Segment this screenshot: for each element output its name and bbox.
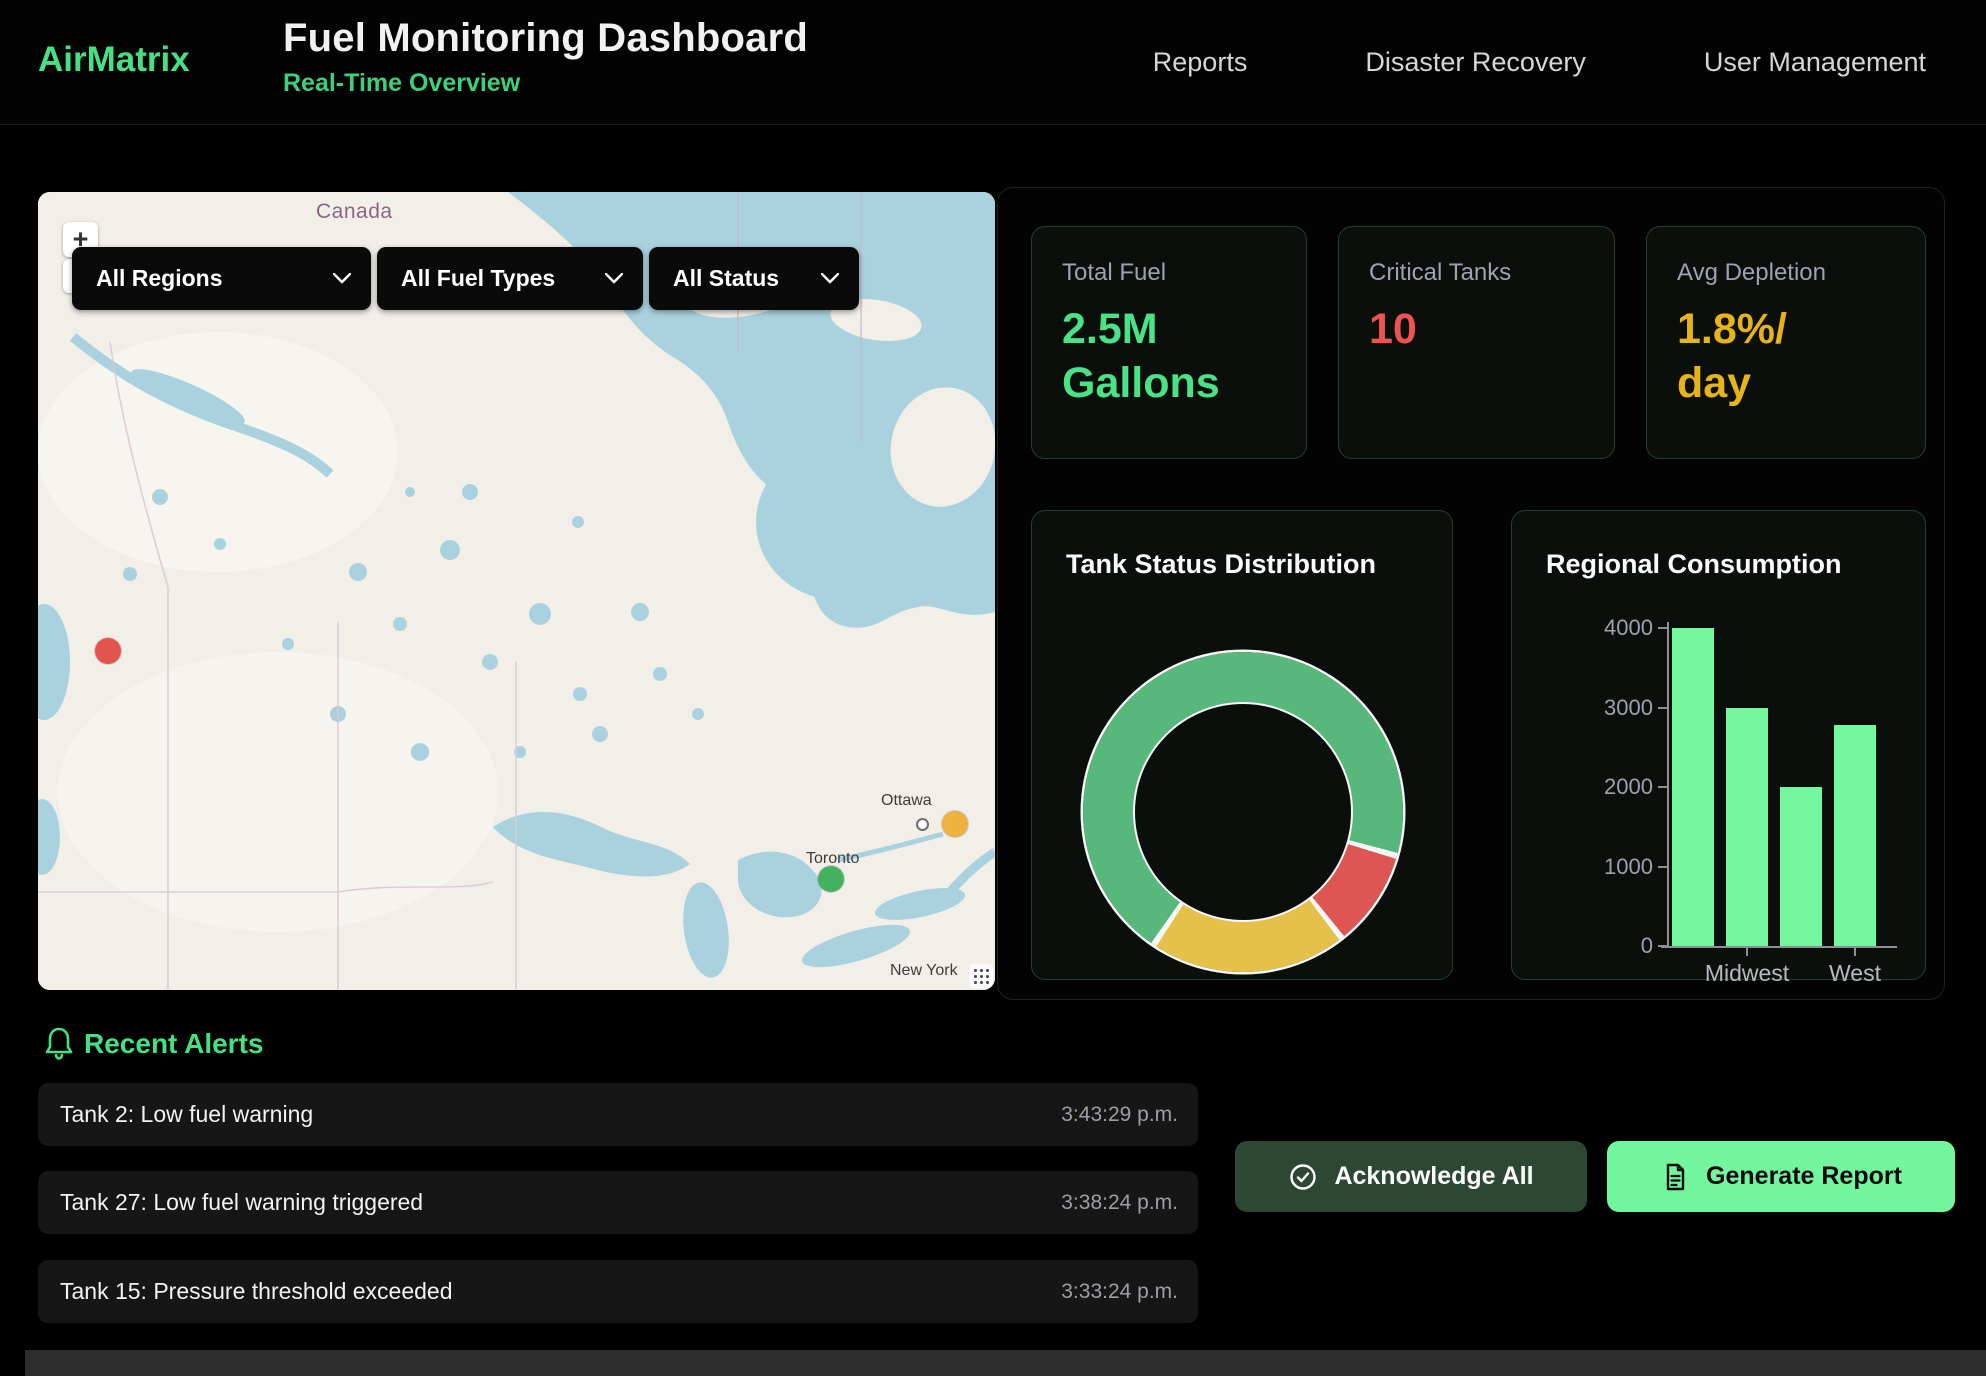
status-filter-select[interactable]: All Status bbox=[649, 247, 859, 310]
alert-text: Tank 15: Pressure threshold exceeded bbox=[60, 1278, 453, 1305]
page-title: Fuel Monitoring Dashboard bbox=[283, 16, 808, 61]
acknowledge-all-label: Acknowledge All bbox=[1334, 1162, 1533, 1191]
regional-consumption-bar-chart: 01000200030004000MidwestWest bbox=[1512, 511, 1925, 979]
y-tick-mark bbox=[1658, 866, 1667, 868]
y-tick-mark bbox=[1658, 707, 1667, 709]
stat-value-avg-depletion: 1.8%/ day bbox=[1677, 303, 1849, 411]
tank-marker-warning[interactable] bbox=[942, 811, 968, 837]
horizontal-scrollbar[interactable] bbox=[25, 1350, 1986, 1376]
main-nav: Reports Disaster Recovery User Managemen… bbox=[1153, 0, 1926, 124]
y-tick-label: 0 bbox=[1583, 933, 1653, 959]
alert-time: 3:38:24 p.m. bbox=[1061, 1191, 1178, 1215]
stat-card-total-fuel: Total Fuel 2.5M Gallons bbox=[1031, 226, 1307, 459]
bell-icon bbox=[44, 1026, 74, 1060]
ottawa-city-dot bbox=[916, 818, 929, 831]
alert-row[interactable]: Tank 15: Pressure threshold exceeded 3:3… bbox=[38, 1260, 1198, 1323]
region-filter-value: All Regions bbox=[96, 265, 223, 292]
acknowledge-all-button[interactable]: Acknowledge All bbox=[1235, 1141, 1587, 1212]
title-block: Fuel Monitoring Dashboard Real-Time Over… bbox=[283, 16, 808, 98]
map-label-ottawa: Ottawa bbox=[881, 792, 932, 810]
status-filter-value: All Status bbox=[673, 265, 779, 292]
chart-title: Tank Status Distribution bbox=[1066, 549, 1376, 580]
stat-card-critical-tanks: Critical Tanks 10 bbox=[1338, 226, 1615, 459]
app-header: AirMatrix Fuel Monitoring Dashboard Real… bbox=[0, 0, 1986, 125]
brand-logo[interactable]: AirMatrix bbox=[38, 40, 190, 80]
alert-text: Tank 2: Low fuel warning bbox=[60, 1101, 313, 1128]
generate-report-label: Generate Report bbox=[1706, 1162, 1902, 1191]
stat-value-total-fuel: 2.5M Gallons bbox=[1062, 303, 1234, 411]
x-axis-line bbox=[1661, 946, 1897, 948]
map-panel[interactable]: Canada Ottawa Toronto New York + All Reg… bbox=[38, 192, 995, 990]
fuel-type-filter-select[interactable]: All Fuel Types bbox=[377, 247, 643, 310]
y-tick-label: 1000 bbox=[1583, 854, 1653, 880]
stat-label: Total Fuel bbox=[1062, 259, 1276, 287]
nav-reports[interactable]: Reports bbox=[1153, 47, 1248, 78]
metrics-panel: Total Fuel 2.5M Gallons Critical Tanks 1… bbox=[997, 187, 1945, 1000]
chevron-down-icon bbox=[333, 273, 351, 284]
y-tick-label: 3000 bbox=[1583, 695, 1653, 721]
tank-status-chart-card: Tank Status Distribution bbox=[1031, 510, 1453, 980]
region-filter-select[interactable]: All Regions bbox=[72, 247, 371, 310]
alert-time: 3:33:24 p.m. bbox=[1061, 1280, 1178, 1304]
map-drag-handle-icon[interactable] bbox=[969, 964, 993, 988]
stat-label: Avg Depletion bbox=[1677, 259, 1895, 287]
x-tick-label: West bbox=[1780, 960, 1930, 987]
fuel-type-filter-value: All Fuel Types bbox=[401, 265, 555, 292]
generate-report-button[interactable]: Generate Report bbox=[1607, 1141, 1955, 1212]
y-tick-mark bbox=[1658, 627, 1667, 629]
alerts-heading: Recent Alerts bbox=[84, 1028, 263, 1060]
tank-marker-critical[interactable] bbox=[95, 638, 121, 664]
donut-hole bbox=[1133, 702, 1353, 922]
nav-user-management[interactable]: User Management bbox=[1704, 47, 1926, 78]
nav-disaster-recovery[interactable]: Disaster Recovery bbox=[1365, 47, 1586, 78]
regional-consumption-chart-card: Regional Consumption 01000200030004000Mi… bbox=[1511, 510, 1926, 980]
consumption-bar bbox=[1672, 628, 1714, 946]
stat-label: Critical Tanks bbox=[1369, 259, 1584, 287]
stat-value-critical-tanks: 10 bbox=[1369, 303, 1541, 357]
stat-card-avg-depletion: Avg Depletion 1.8%/ day bbox=[1646, 226, 1926, 459]
y-axis-line bbox=[1667, 622, 1669, 948]
y-tick-label: 2000 bbox=[1583, 774, 1653, 800]
map-label-canada: Canada bbox=[316, 200, 393, 224]
x-tick-mark bbox=[1854, 948, 1856, 956]
map-filter-row: All Regions All Fuel Types All Status bbox=[72, 247, 859, 310]
consumption-bar bbox=[1780, 787, 1822, 946]
map-label-new-york: New York bbox=[890, 962, 958, 980]
page-subtitle: Real-Time Overview bbox=[283, 69, 808, 98]
check-circle-icon bbox=[1288, 1162, 1318, 1192]
map-water-layer bbox=[38, 192, 995, 990]
y-tick-label: 4000 bbox=[1583, 615, 1653, 641]
y-tick-mark bbox=[1658, 945, 1667, 947]
y-tick-mark bbox=[1658, 786, 1667, 788]
alert-text: Tank 27: Low fuel warning triggered bbox=[60, 1189, 423, 1216]
alert-time: 3:43:29 p.m. bbox=[1061, 1103, 1178, 1127]
consumption-bar bbox=[1726, 708, 1768, 947]
x-tick-mark bbox=[1746, 948, 1748, 956]
tank-status-donut-chart bbox=[1083, 652, 1403, 972]
consumption-bar bbox=[1834, 725, 1876, 946]
alert-row[interactable]: Tank 27: Low fuel warning triggered 3:38… bbox=[38, 1171, 1198, 1234]
alert-row[interactable]: Tank 2: Low fuel warning 3:43:29 p.m. bbox=[38, 1083, 1198, 1146]
tank-marker-normal[interactable] bbox=[818, 866, 844, 892]
chevron-down-icon bbox=[605, 273, 623, 284]
document-icon bbox=[1660, 1162, 1690, 1192]
chevron-down-icon bbox=[821, 273, 839, 284]
